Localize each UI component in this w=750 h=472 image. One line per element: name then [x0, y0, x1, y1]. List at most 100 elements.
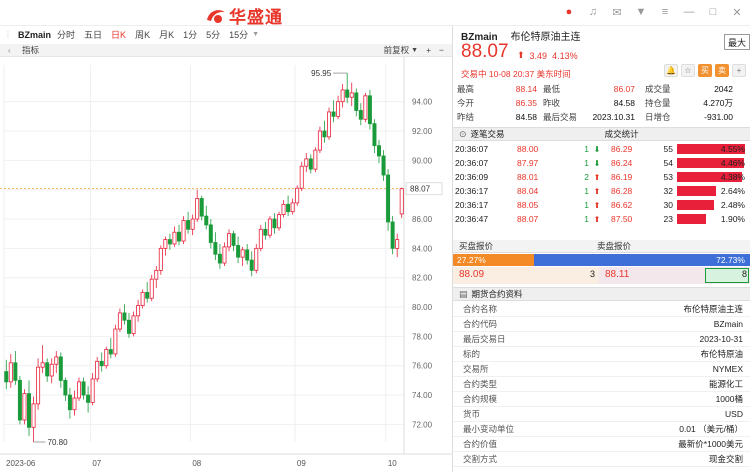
- headset-icon[interactable]: ♫: [586, 5, 600, 19]
- kline-chart-svg[interactable]: 94.0092.0090.0088.0086.0084.0082.0080.00…: [0, 57, 452, 472]
- current-price-label: 88.07: [410, 185, 431, 194]
- low-label: 70.80: [48, 438, 69, 447]
- candle-body: [77, 381, 81, 399]
- chevron-down-icon[interactable]: ▼: [252, 31, 259, 38]
- chart-toolbar: ⋮ BZmain 分时 五日 日K 周K 月K 1分 5分 15分 ▼: [0, 26, 452, 43]
- x-tick-label: 09: [297, 459, 306, 468]
- period-tabs: 分时 五日 日K 周K 月K 1分 5分 15分: [57, 28, 257, 41]
- title-bar: 华盛通 ● ♫ ✉ ▼ ≡ — □ ✕: [0, 0, 750, 28]
- period-tab[interactable]: 月K: [159, 28, 174, 41]
- candle-body: [154, 269, 159, 280]
- period-tab[interactable]: 5分: [206, 28, 220, 41]
- candle-body: [281, 203, 286, 216]
- candle-body: [322, 130, 327, 138]
- candle-body: [240, 249, 245, 258]
- star-icon[interactable]: ☆: [681, 64, 695, 77]
- candle-body: [263, 228, 268, 236]
- spec-value: 布伦特原油主连: [683, 304, 743, 314]
- candle-body: [158, 247, 163, 271]
- menu-icon[interactable]: ≡: [658, 5, 672, 19]
- candle-body: [27, 393, 31, 428]
- deal-stats-title[interactable]: 成交统计: [605, 128, 639, 140]
- spec-row: 标的 布伦特原油: [453, 347, 750, 362]
- y-tick-label: 90.00: [412, 156, 433, 165]
- ask-cell[interactable]: 88.11 8: [599, 267, 750, 284]
- quote-panel: BZmain 布伦特原油主连 最大 88.07 ⬆ 3.49 4.13% 交易中…: [452, 26, 750, 472]
- spec-value: 0.01 （美元/桶）: [679, 424, 743, 434]
- candle-body: [90, 378, 95, 403]
- zoom-out-button[interactable]: −: [439, 45, 444, 55]
- spec-key: 最小变动单位: [463, 424, 515, 434]
- candle-body: [22, 393, 27, 421]
- candle-body: [58, 356, 63, 381]
- candle-body: [290, 202, 295, 213]
- kline-chart[interactable]: 94.0092.0090.0088.0086.0084.0082.0080.00…: [0, 57, 452, 472]
- tick-price: 88.01: [517, 172, 539, 182]
- maximize-button[interactable]: 最大: [724, 34, 750, 50]
- drag-handle-icon[interactable]: ⋮: [4, 30, 12, 39]
- quote-actions: 🔔 ☆ 买 卖 +: [664, 64, 746, 77]
- candle-body: [222, 246, 227, 264]
- spec-key: 合约名称: [463, 304, 498, 314]
- tick-list: 20:36:07 88.00 1 ⬇ 86.29 55 4.55% 20:36:07 87.97…: [453, 142, 750, 226]
- candle-body: [163, 239, 168, 249]
- candle-body: [272, 218, 277, 229]
- indicator-label[interactable]: 指标: [22, 44, 39, 56]
- adjust-dropdown[interactable]: 前复权: [384, 44, 410, 56]
- candle-body: [190, 218, 195, 230]
- candle-body: [277, 214, 281, 229]
- minimize-icon[interactable]: —: [682, 5, 696, 19]
- spec-key: 标的: [463, 349, 481, 359]
- indicator-controls: 前复权 ▼ + −: [384, 44, 444, 56]
- section-header-ticks: ⊙ 逐笔交易 成交统计: [453, 127, 750, 141]
- spec-value: USD: [725, 409, 743, 419]
- candle-body: [390, 221, 395, 249]
- y-tick-label: 82.00: [412, 274, 433, 283]
- bidask-ratio-bar: 27.27% 72.73%: [453, 254, 750, 266]
- period-tab[interactable]: 1分: [183, 28, 197, 41]
- tick-row: 20:36:47 88.07 1 ⬆ 87.50 23 1.90%: [453, 212, 750, 226]
- candle-body: [349, 92, 354, 98]
- candle-body: [386, 174, 391, 223]
- close-icon[interactable]: ✕: [730, 5, 744, 19]
- person-icon[interactable]: ●: [562, 5, 576, 19]
- stat-price: 87.50: [611, 214, 633, 224]
- zoom-in-button[interactable]: +: [426, 45, 431, 55]
- add-icon[interactable]: +: [732, 64, 746, 77]
- period-tab[interactable]: 分时: [57, 28, 75, 41]
- chevron-down-icon[interactable]: ▼: [411, 47, 418, 54]
- period-tab[interactable]: 周K: [135, 28, 150, 41]
- tick-price: 88.05: [517, 200, 539, 210]
- ticks-title[interactable]: 逐笔交易: [471, 128, 505, 140]
- candle-body: [31, 403, 36, 428]
- candle-body: [377, 145, 381, 157]
- bid-price: 88.09: [459, 269, 485, 280]
- shirt-icon[interactable]: ▼: [634, 5, 648, 19]
- info-icon: ⊙: [459, 128, 467, 139]
- stat-price: 86.62: [611, 200, 633, 210]
- high-label: 95.95: [311, 69, 332, 78]
- bidask-header: 买盘报价 卖盘报价: [453, 240, 750, 253]
- candle-body: [145, 291, 150, 299]
- app-logo: 华盛通: [205, 3, 283, 28]
- period-tab[interactable]: 五日: [84, 28, 102, 41]
- sell-button[interactable]: 卖: [715, 64, 729, 77]
- arrow-down-icon: ⬇: [593, 144, 601, 154]
- buy-button[interactable]: 买: [698, 64, 712, 77]
- bid-cell[interactable]: 88.09 3: [453, 267, 599, 284]
- candle-body: [227, 233, 231, 248]
- period-tab[interactable]: 日K: [111, 28, 126, 41]
- stat-count: 32: [663, 186, 673, 196]
- logo-icon: [207, 9, 225, 23]
- ask-title: 卖盘报价: [597, 241, 632, 251]
- maximize-icon[interactable]: □: [706, 5, 720, 19]
- candle-body: [177, 231, 181, 242]
- chevron-left-icon[interactable]: ‹: [8, 46, 11, 55]
- candle-body: [399, 188, 404, 215]
- stat-percent: 4.38%: [720, 172, 745, 182]
- mail-icon[interactable]: ✉: [610, 5, 624, 19]
- period-tab[interactable]: 15分: [229, 28, 248, 41]
- candle-body: [17, 379, 22, 421]
- candle-body: [363, 95, 368, 120]
- bell-icon[interactable]: 🔔: [664, 64, 678, 77]
